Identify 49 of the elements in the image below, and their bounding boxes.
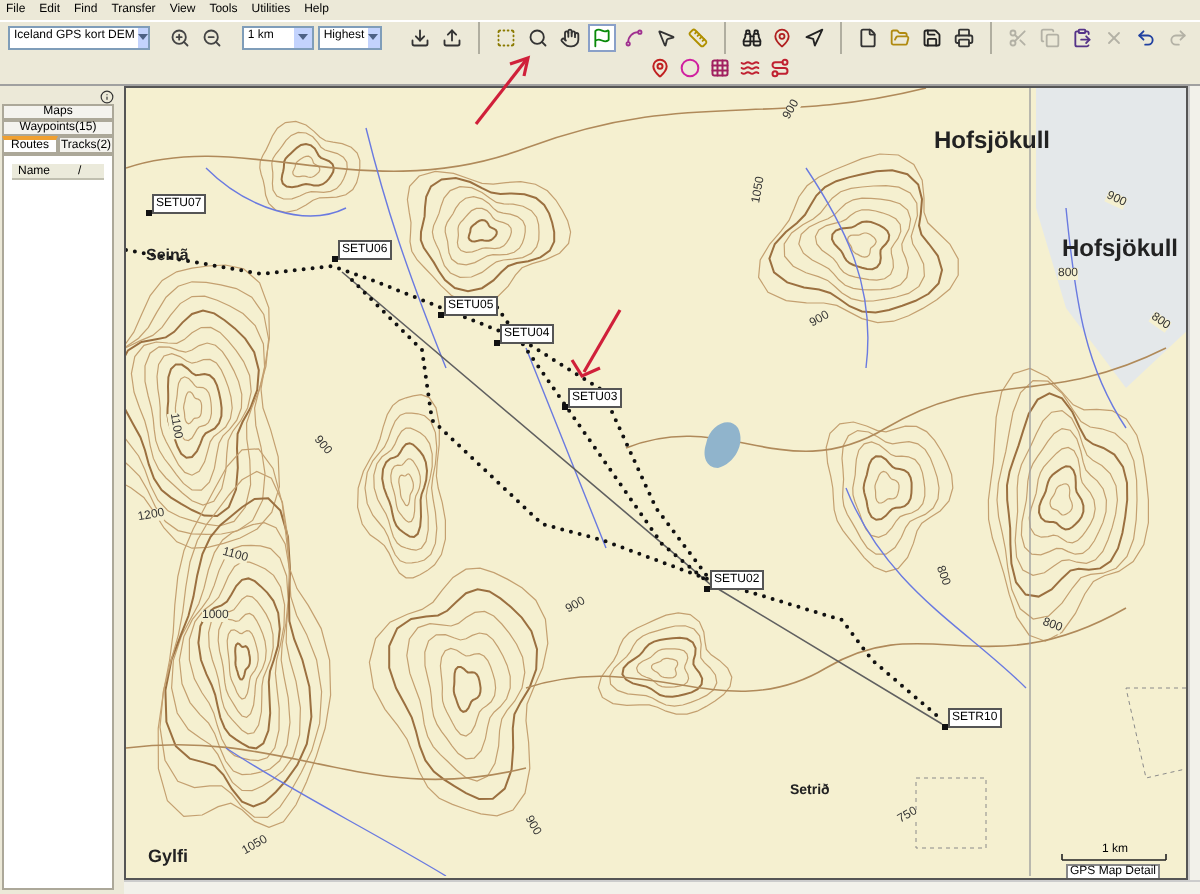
new-file-icon	[858, 27, 879, 47]
place-name: Hofsjökull	[934, 128, 1051, 152]
pointer-icon	[655, 27, 676, 47]
flag-button[interactable]	[587, 23, 616, 51]
open-folder-icon	[890, 27, 911, 47]
wave-button[interactable]	[736, 55, 762, 81]
info-icon[interactable]	[100, 90, 114, 104]
hand-icon	[559, 27, 580, 47]
copy-icon	[1040, 27, 1061, 47]
wave-icon	[739, 58, 759, 78]
place-name: Gylfi	[148, 848, 189, 866]
paste-icon	[1072, 27, 1093, 47]
map-select-icon	[495, 27, 516, 47]
zoom-in-icon	[169, 27, 190, 47]
magnifier-icon	[527, 27, 548, 47]
grid-icon	[709, 58, 729, 78]
binoculars-icon	[741, 27, 761, 47]
place-name: Seinã	[146, 248, 189, 264]
place-name: Hofsjökull	[1062, 236, 1179, 260]
horizontal-scrollbar[interactable]	[124, 880, 1200, 894]
upload-icon	[441, 27, 462, 47]
scale-bar-drawing	[1061, 853, 1167, 861]
lake-drawing	[704, 422, 741, 468]
flag-icon	[591, 27, 612, 47]
annotation-arrow	[570, 309, 622, 379]
cut-icon	[1008, 27, 1029, 47]
undo-icon	[1136, 27, 1157, 47]
waypoint-button[interactable]	[646, 55, 672, 81]
delete-icon	[1104, 27, 1125, 47]
track-button[interactable]	[766, 55, 792, 81]
redo-icon	[1168, 27, 1189, 47]
pin-icon	[772, 27, 793, 47]
route-icon	[623, 27, 644, 47]
download-icon	[409, 27, 430, 47]
locate-button[interactable]	[800, 23, 829, 51]
annotation-arrow	[474, 55, 531, 125]
print-icon	[954, 27, 975, 47]
save-icon	[922, 27, 943, 47]
area-icon	[679, 58, 699, 78]
locate-icon	[804, 27, 825, 47]
waypoint-icon	[649, 58, 669, 78]
grid-button[interactable]	[706, 55, 732, 81]
area-button[interactable]	[676, 55, 702, 81]
print-button[interactable]	[950, 23, 979, 51]
ruler-icon	[687, 27, 708, 47]
vertical-scrollbar[interactable]	[1188, 86, 1200, 880]
hand-button[interactable]	[555, 23, 584, 51]
zoom-out-icon	[201, 27, 222, 47]
track-icon	[769, 58, 789, 78]
